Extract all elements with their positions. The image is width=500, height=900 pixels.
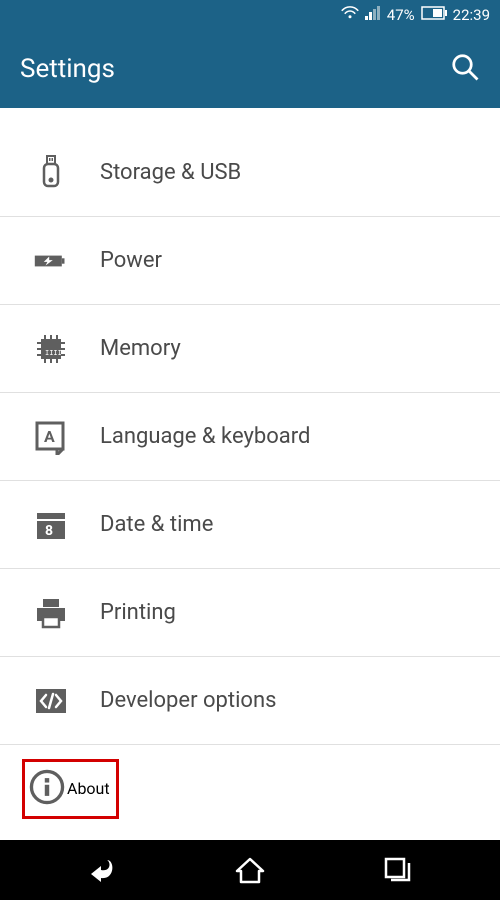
info-icon [27, 767, 67, 811]
clock: 22:39 [453, 6, 490, 24]
memory-chip-icon: IIII [30, 328, 72, 370]
settings-item-label: Memory [100, 336, 181, 361]
printer-icon [30, 592, 72, 634]
settings-item-label: Printing [100, 600, 176, 625]
settings-item-label: About [67, 779, 110, 798]
settings-item-storage[interactable]: Storage & USB [0, 108, 500, 216]
settings-item-label: Storage & USB [100, 160, 241, 185]
settings-item-label: Language & keyboard [100, 424, 310, 449]
status-bar: 47% 22:39 [0, 0, 500, 30]
cell-signal-icon [365, 6, 381, 24]
settings-item-language[interactable]: A Language & keyboard [0, 392, 500, 480]
search-icon[interactable] [450, 52, 480, 86]
recent-apps-button[interactable] [377, 850, 417, 890]
wifi-icon [341, 6, 359, 24]
settings-list: Storage & USB Power IIII Memory A Langua… [0, 108, 500, 840]
battery-pct: 47% [387, 6, 415, 24]
svg-text:IIII: IIII [45, 349, 62, 357]
page-title: Settings [20, 54, 115, 84]
settings-item-label: Date & time [100, 512, 213, 537]
language-icon: A [30, 416, 72, 458]
highlight-box: About [22, 759, 119, 819]
svg-text:8: 8 [45, 523, 53, 539]
battery-icon [421, 6, 447, 24]
calendar-icon: 8 [30, 504, 72, 546]
back-button[interactable] [83, 850, 123, 890]
settings-item-printing[interactable]: Printing [0, 568, 500, 656]
settings-item-label: Power [100, 248, 162, 273]
svg-text:A: A [44, 427, 55, 446]
settings-item-memory[interactable]: IIII Memory [0, 304, 500, 392]
settings-item-power[interactable]: Power [0, 216, 500, 304]
settings-item-label: Developer options [100, 688, 276, 713]
navigation-bar [0, 840, 500, 900]
settings-item-developer[interactable]: Developer options [0, 656, 500, 744]
battery-bolt-icon [30, 240, 72, 282]
usb-icon [30, 151, 72, 193]
settings-item-datetime[interactable]: 8 Date & time [0, 480, 500, 568]
app-bar: Settings [0, 30, 500, 108]
settings-item-about[interactable]: About [0, 744, 500, 832]
code-icon [30, 680, 72, 722]
home-button[interactable] [230, 850, 270, 890]
